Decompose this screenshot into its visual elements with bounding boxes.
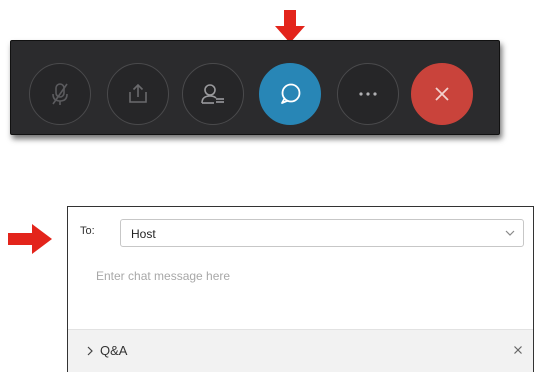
- share-button[interactable]: [107, 63, 169, 125]
- close-icon: [435, 87, 449, 101]
- chat-panel: To: Host Enter chat message here Q&A: [67, 206, 534, 372]
- qa-section-bar[interactable]: Q&A: [68, 329, 533, 372]
- qa-label: Q&A: [100, 343, 128, 358]
- chat-button[interactable]: [259, 63, 321, 125]
- pointer-arrow-right-icon: [8, 224, 52, 254]
- mute-button[interactable]: [29, 63, 91, 125]
- recipient-select[interactable]: Host: [120, 219, 524, 247]
- more-options-icon: [359, 92, 377, 96]
- microphone-muted-icon: [52, 83, 68, 105]
- participants-button[interactable]: [182, 63, 244, 125]
- chevron-down-icon: [505, 230, 515, 236]
- chat-bubble-icon: [281, 83, 301, 104]
- chat-message-placeholder: Enter chat message here: [96, 269, 231, 283]
- more-button[interactable]: [337, 63, 399, 125]
- recipient-value: Host: [131, 227, 156, 241]
- to-label: To:: [80, 225, 95, 237]
- chat-message-input[interactable]: Enter chat message here: [78, 255, 524, 319]
- participants-icon: [201, 84, 224, 104]
- end-meeting-button[interactable]: [411, 63, 473, 125]
- pointer-arrow-down-icon: [275, 10, 305, 43]
- share-icon: [129, 83, 147, 103]
- close-icon[interactable]: [513, 345, 523, 355]
- meeting-toolbar: [10, 40, 500, 135]
- chevron-right-icon: [87, 346, 93, 356]
